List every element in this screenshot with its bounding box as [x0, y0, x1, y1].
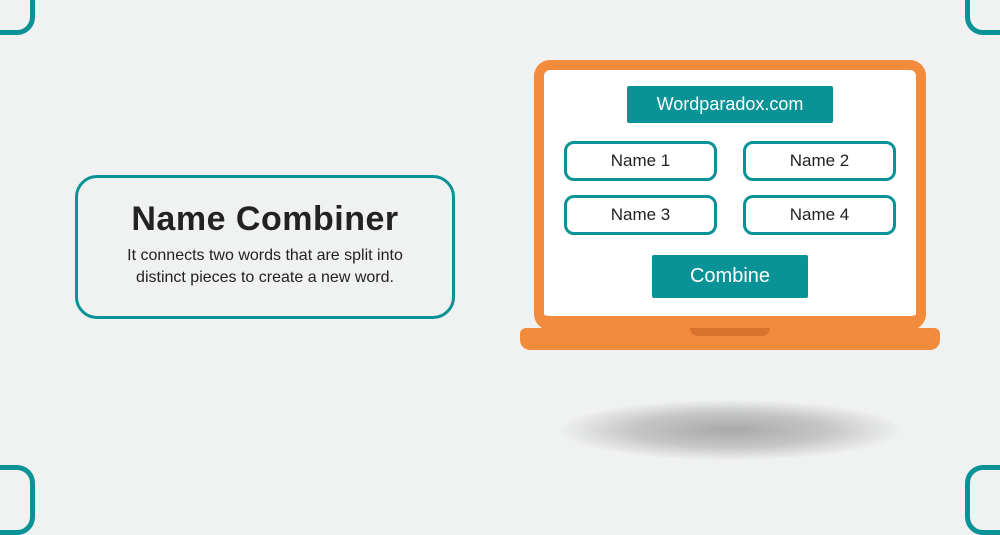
laptop-shadow — [560, 400, 900, 460]
name-input-1[interactable]: Name 1 — [564, 141, 717, 181]
page-description: It connects two words that are split int… — [106, 245, 424, 288]
laptop-illustration: Wordparadox.com Name 1 Name 2 Name 3 Nam… — [520, 60, 940, 350]
combine-button[interactable]: Combine — [652, 255, 808, 298]
name-input-2[interactable]: Name 2 — [743, 141, 896, 181]
laptop-notch — [690, 328, 770, 336]
corner-accent-tl — [0, 0, 35, 35]
laptop-screen: Wordparadox.com Name 1 Name 2 Name 3 Nam… — [534, 60, 926, 330]
corner-accent-bl — [0, 465, 35, 535]
site-banner: Wordparadox.com — [627, 86, 834, 123]
corner-accent-br — [965, 465, 1000, 535]
name-input-4[interactable]: Name 4 — [743, 195, 896, 235]
corner-accent-tr — [965, 0, 1000, 35]
info-card: Name Combiner It connects two words that… — [75, 175, 455, 319]
name-input-grid: Name 1 Name 2 Name 3 Name 4 — [564, 141, 896, 235]
laptop-base — [520, 328, 940, 350]
page-title: Name Combiner — [106, 200, 424, 239]
name-input-3[interactable]: Name 3 — [564, 195, 717, 235]
